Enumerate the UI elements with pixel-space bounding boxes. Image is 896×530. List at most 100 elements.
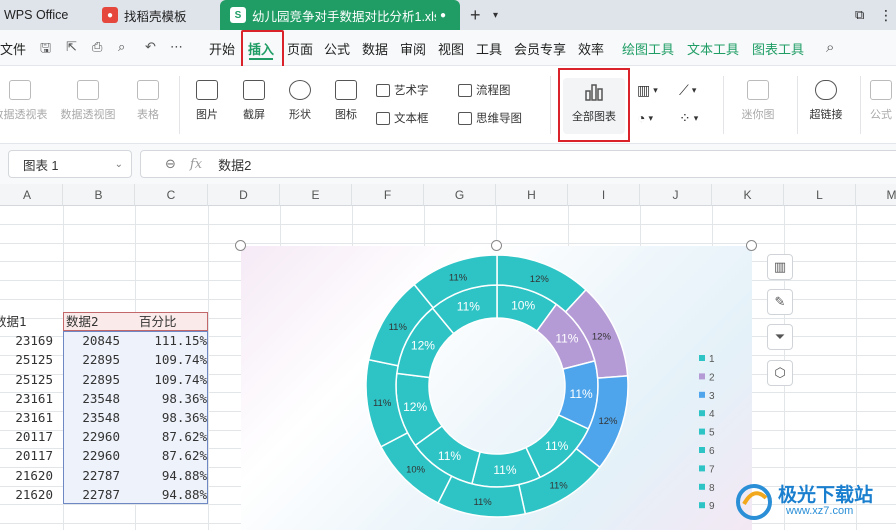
line-chart-dropdown[interactable]: ⟋ ▾ xyxy=(679,82,696,99)
all-charts-button[interactable]: 全部图表 xyxy=(563,78,625,134)
table-cell[interactable]: 22787 xyxy=(63,466,120,485)
column-header-m[interactable]: M xyxy=(856,184,896,206)
tab-document[interactable]: S 幼儿园竞争对手数据对比分析1.xls ● xyxy=(220,0,460,30)
table-cell[interactable]: 109.74% xyxy=(135,370,207,389)
wordart-button[interactable]: 艺术字 xyxy=(376,82,429,98)
chart-style-button[interactable]: ✎ xyxy=(767,289,793,315)
icon-button[interactable]: 图标 xyxy=(326,80,366,122)
fx-icon[interactable]: fx xyxy=(190,157,202,172)
menu-icon[interactable]: ⋮ xyxy=(879,0,893,30)
table-cell[interactable]: 21620 xyxy=(0,485,53,504)
new-tab-icon[interactable]: + xyxy=(470,0,481,30)
table-header-cell[interactable]: 数据2 xyxy=(66,312,99,331)
pivot-chart-button[interactable]: 数据透视图 xyxy=(58,80,118,122)
table-cell[interactable]: 20845 xyxy=(63,331,120,350)
table-cell[interactable]: 22895 xyxy=(63,350,120,369)
column-header-i[interactable]: I xyxy=(568,184,640,206)
resize-handle[interactable] xyxy=(746,240,757,251)
print-preview-icon[interactable]: ⌕ xyxy=(118,39,125,55)
column-header-e[interactable]: E xyxy=(280,184,352,206)
column-header-b[interactable]: B xyxy=(63,184,135,206)
more-icon[interactable]: ⋯ xyxy=(170,39,183,55)
resize-handle[interactable] xyxy=(491,240,502,251)
tab-template[interactable]: ● 找稻壳模板 xyxy=(92,0,214,30)
chart-area[interactable]: 标题 10%11%11%11%11%11%12%12%11%12%12%12%1… xyxy=(241,246,752,530)
menu-page[interactable]: 页面 xyxy=(287,39,313,58)
column-header-a[interactable]: A xyxy=(0,184,63,206)
formula-input[interactable]: ⊖ fx 数据2 xyxy=(140,150,896,178)
zoom-icon[interactable]: ⊖ xyxy=(165,156,176,172)
chart-settings-button[interactable]: ⬡ xyxy=(767,360,793,386)
table-header-cell[interactable]: 数据1 xyxy=(0,312,27,331)
menu-review[interactable]: 审阅 xyxy=(400,39,426,58)
table-cell[interactable]: 20117 xyxy=(0,446,53,465)
table-cell[interactable]: 23548 xyxy=(63,408,120,427)
table-cell[interactable]: 23169 xyxy=(0,331,53,350)
sparkline-button[interactable]: 迷你图 xyxy=(730,80,786,122)
column-header-c[interactable]: C xyxy=(135,184,208,206)
flowchart-button[interactable]: 流程图 xyxy=(458,82,511,98)
menu-tools[interactable]: 工具 xyxy=(476,39,502,58)
table-cell[interactable]: 98.36% xyxy=(135,389,207,408)
picture-button[interactable]: 图片 xyxy=(186,80,228,122)
table-cell[interactable]: 111.15% xyxy=(135,331,207,350)
menu-file[interactable]: 文件 xyxy=(0,39,26,58)
search-icon[interactable]: ⌕ xyxy=(826,39,834,56)
legend-label[interactable]: 1 xyxy=(709,354,715,365)
column-chart-dropdown[interactable]: ▥ ▾ xyxy=(637,82,658,99)
column-header-d[interactable]: D xyxy=(208,184,280,206)
table-cell[interactable]: 22787 xyxy=(63,485,120,504)
legend-label[interactable]: 4 xyxy=(709,409,715,420)
pivot-table-button[interactable]: 数据透视表 xyxy=(0,80,50,122)
legend-label[interactable]: 9 xyxy=(709,501,715,512)
textbox-button[interactable]: 文本框 xyxy=(376,110,429,126)
column-header-g[interactable]: G xyxy=(424,184,496,206)
menu-data[interactable]: 数据 xyxy=(362,39,388,58)
legend-label[interactable]: 8 xyxy=(709,483,715,494)
column-header-l[interactable]: L xyxy=(784,184,856,206)
legend-label[interactable]: 7 xyxy=(709,464,715,475)
chart-legend[interactable]: 1 2 3 4 5 6 7 8 9 xyxy=(699,354,715,512)
tab-wps-office[interactable]: WPS Office xyxy=(0,0,85,30)
table-cell[interactable]: 23548 xyxy=(63,389,120,408)
table-cell[interactable]: 98.36% xyxy=(135,408,207,427)
menu-chart-tools[interactable]: 图表工具 xyxy=(752,39,804,58)
table-cell[interactable]: 87.62% xyxy=(135,446,207,465)
doughnut-chart[interactable]: 标题 10%11%11%11%11%11%12%12%11%12%12%12%1… xyxy=(241,246,752,530)
chart-elements-button[interactable]: ▥ xyxy=(767,254,793,280)
table-cell[interactable]: 25125 xyxy=(0,370,53,389)
screenshot-button[interactable]: 截屏 xyxy=(233,80,275,122)
name-box[interactable]: 图表 1 ⌄ xyxy=(8,150,132,178)
column-header-k[interactable]: K xyxy=(712,184,784,206)
menu-efficiency[interactable]: 效率 xyxy=(578,39,604,58)
table-cell[interactable]: 21620 xyxy=(0,466,53,485)
restore-window-icon[interactable]: ⧉ xyxy=(855,0,864,30)
shape-button[interactable]: 形状 xyxy=(279,80,321,122)
save-icon[interactable]: 🖫 xyxy=(40,39,51,61)
chevron-down-icon[interactable]: ▾ xyxy=(493,0,498,30)
menu-drawing-tools[interactable]: 绘图工具 xyxy=(622,39,674,58)
chart-filter-button[interactable]: ⏷ xyxy=(767,324,793,350)
table-cell[interactable]: 25125 xyxy=(0,350,53,369)
table-cell[interactable]: 20117 xyxy=(0,427,53,446)
legend-label[interactable]: 5 xyxy=(709,428,715,439)
menu-view[interactable]: 视图 xyxy=(438,39,464,58)
legend-label[interactable]: 2 xyxy=(709,372,715,383)
hyperlink-button[interactable]: 超链接 xyxy=(802,80,850,122)
legend-label[interactable]: 3 xyxy=(709,391,715,402)
mindmap-button[interactable]: 思维导图 xyxy=(458,110,522,126)
resize-handle[interactable] xyxy=(235,240,246,251)
table-cell[interactable]: 94.88% xyxy=(135,485,207,504)
print-icon[interactable]: ⎙ xyxy=(92,39,102,55)
table-cell[interactable]: 87.62% xyxy=(135,427,207,446)
pie-chart-dropdown[interactable]: ◔ ▾ xyxy=(637,110,653,126)
menu-home[interactable]: 开始 xyxy=(209,39,235,58)
menu-member[interactable]: 会员专享 xyxy=(514,39,566,58)
table-header-cell[interactable]: 百分比 xyxy=(139,312,177,331)
legend-label[interactable]: 6 xyxy=(709,446,715,457)
table-cell[interactable]: 22960 xyxy=(63,427,120,446)
table-cell[interactable]: 22960 xyxy=(63,446,120,465)
table-button[interactable]: 表格 xyxy=(130,80,166,122)
menu-text-tools[interactable]: 文本工具 xyxy=(687,39,739,58)
table-cell[interactable]: 109.74% xyxy=(135,350,207,369)
